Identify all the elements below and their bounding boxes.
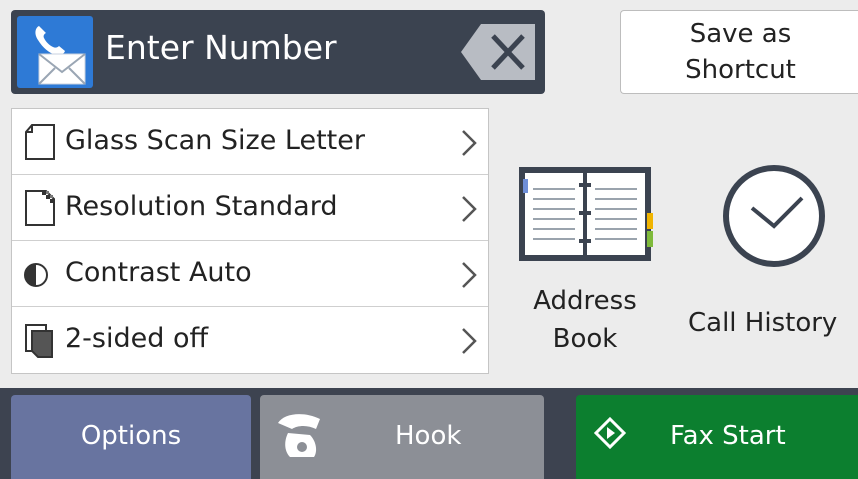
number-input-bar[interactable]: Enter Number bbox=[11, 10, 545, 94]
chevron-right-icon bbox=[462, 328, 477, 354]
setting-label: Glass Scan Size Letter bbox=[65, 125, 365, 156]
hook-phone-icon bbox=[278, 414, 320, 457]
setting-row-glass-scan-size[interactable]: Glass Scan Size Letter bbox=[12, 109, 488, 175]
document-page-icon bbox=[25, 124, 55, 160]
setting-row-2-sided[interactable]: 2-sided off bbox=[12, 307, 488, 373]
fax-start-label: Fax Start bbox=[670, 421, 786, 451]
setting-label: Resolution Standard bbox=[65, 191, 338, 222]
clock-icon bbox=[723, 165, 825, 267]
number-field-label: Enter Number bbox=[105, 28, 337, 67]
fax-start-button[interactable]: Fax Start bbox=[576, 395, 858, 479]
contrast-half-circle-icon bbox=[24, 263, 48, 287]
two-sided-pages-icon bbox=[25, 324, 53, 358]
hook-label: Hook bbox=[395, 421, 462, 451]
address-book-icon bbox=[519, 167, 653, 261]
backspace-x-icon[interactable] bbox=[459, 22, 537, 82]
fax-settings-list: Glass Scan Size Letter Resolution Standa… bbox=[11, 108, 489, 374]
options-button[interactable]: Options bbox=[11, 395, 251, 479]
chevron-right-icon bbox=[462, 262, 477, 288]
call-history-tile[interactable]: Call History bbox=[680, 160, 858, 360]
save-as-shortcut-button[interactable]: Save as Shortcut bbox=[620, 10, 858, 94]
setting-row-contrast[interactable]: Contrast Auto bbox=[12, 241, 488, 307]
resolution-page-icon bbox=[25, 190, 55, 226]
address-book-label: Address Book bbox=[533, 286, 637, 354]
setting-row-resolution[interactable]: Resolution Standard bbox=[12, 175, 488, 241]
chevron-right-icon bbox=[462, 130, 477, 156]
save-as-shortcut-label: Save as Shortcut bbox=[685, 19, 796, 85]
call-history-label: Call History bbox=[688, 308, 838, 338]
setting-label: 2-sided off bbox=[65, 323, 209, 354]
address-book-tile[interactable]: Address Book bbox=[510, 160, 660, 360]
start-diamond-icon bbox=[594, 417, 626, 449]
setting-label: Contrast Auto bbox=[65, 257, 252, 288]
hook-button[interactable]: Hook bbox=[260, 395, 544, 479]
chevron-right-icon bbox=[462, 196, 477, 222]
fax-phone-envelope-icon bbox=[17, 16, 93, 88]
options-label: Options bbox=[80, 421, 182, 451]
